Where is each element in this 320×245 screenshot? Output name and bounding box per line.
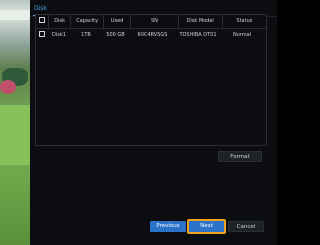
background-camera-view: [0, 0, 30, 245]
background-flowers: [0, 80, 16, 94]
select-all-checkbox[interactable]: [38, 17, 45, 23]
select-all-header[interactable]: [36, 15, 49, 28]
header-status: Status: [236, 18, 253, 24]
row-select[interactable]: [36, 29, 48, 41]
header-sn: SN: [131, 15, 179, 28]
cell-sn: 60C4RVSGS: [137, 32, 168, 38]
cell-capacity: 1TB: [81, 32, 91, 38]
cell-disk-model: TOSHIBA DT01: [179, 32, 217, 38]
previous-button[interactable]: Previous: [150, 221, 186, 232]
format-button[interactable]: Format: [218, 151, 262, 162]
next-button[interactable]: Next: [187, 219, 226, 234]
table-header: Disk Capacity Used SN Disk Model Status: [36, 15, 266, 29]
disk-dialog: Disk Disk Capacity Used SN Disk Model St…: [30, 0, 277, 245]
cell-used: 500 GB: [106, 32, 125, 38]
cell-disk: Disk1: [52, 32, 66, 38]
background-roof: [0, 10, 30, 20]
header-disk-model: Disk Model: [179, 15, 223, 28]
cell-status: Normal: [232, 32, 252, 38]
header-disk: Disk: [49, 15, 72, 28]
cancel-button[interactable]: Cancel: [228, 221, 264, 232]
table-row[interactable]: Disk1 1TB 500 GB 60C4RVSGS TOSHIBA DT01 …: [36, 29, 266, 41]
row-checkbox[interactable]: [39, 31, 45, 37]
background-lawn: [0, 105, 30, 165]
background-right-edge: [277, 0, 303, 245]
disk-table: Disk Capacity Used SN Disk Model Status …: [35, 14, 267, 146]
header-capacity: Capacity: [71, 15, 104, 28]
header-used: Used: [104, 15, 132, 28]
